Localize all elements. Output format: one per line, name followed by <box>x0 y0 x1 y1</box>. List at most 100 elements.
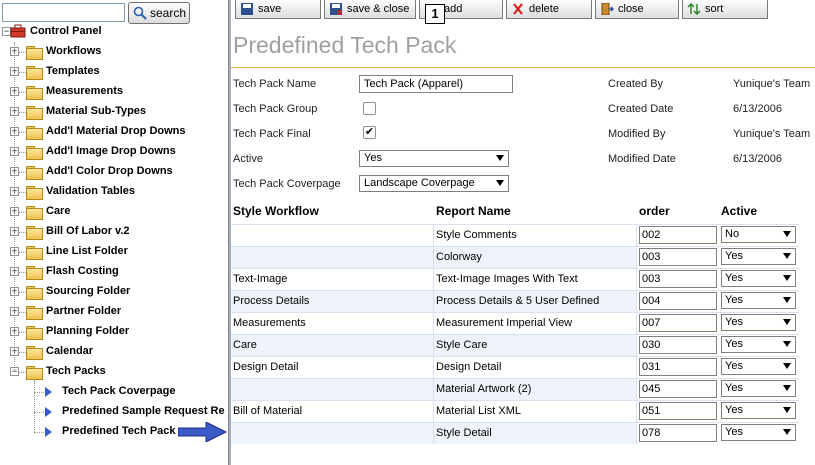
active-row-select[interactable]: Yes <box>721 336 796 353</box>
order-input[interactable]: 031 <box>639 358 717 376</box>
active-row-select[interactable]: Yes <box>721 292 796 309</box>
report-arrow-icon <box>45 427 52 437</box>
column-header-order[interactable]: order <box>637 200 719 222</box>
tree-item-label: Add'l Material Drop Downs <box>46 125 186 137</box>
tree-item[interactable]: + Add'l Color Drop Downs <box>0 162 228 182</box>
tree-item[interactable]: + Bill Of Labor v.2 <box>0 222 228 242</box>
magnifier-icon <box>133 6 147 20</box>
active-row-select[interactable]: No <box>721 226 796 243</box>
active-row-value: Yes <box>725 338 743 350</box>
active-row-select[interactable]: Yes <box>721 358 796 375</box>
active-row-value: Yes <box>725 272 743 284</box>
column-header-active[interactable]: Active <box>719 200 799 222</box>
tree-item[interactable]: + Planning Folder <box>0 322 228 342</box>
tree-item[interactable]: + Care <box>0 202 228 222</box>
cell-report: Process Details & 5 User Defined <box>434 290 637 312</box>
tree-item-label: Measurements <box>46 85 124 97</box>
table-row[interactable]: Process Details Process Details & 5 User … <box>231 290 799 312</box>
tree-item[interactable]: + Line List Folder <box>0 242 228 262</box>
active-row-value: Yes <box>725 382 743 394</box>
table-row[interactable]: Style Comments 002 No <box>231 224 799 246</box>
tech-pack-group-checkbox[interactable] <box>363 102 376 115</box>
order-input[interactable]: 045 <box>639 380 717 398</box>
tree-item[interactable]: + Validation Tables <box>0 182 228 202</box>
active-row-select[interactable]: Yes <box>721 248 796 265</box>
dropdown-arrow-icon <box>783 429 791 435</box>
tree-item[interactable]: + Templates <box>0 62 228 82</box>
close-button[interactable]: close <box>595 0 679 19</box>
cell-active: No <box>719 224 799 246</box>
delete-button[interactable]: delete <box>506 0 592 19</box>
cell-workflow <box>231 224 434 246</box>
save-close-button[interactable]: save & close <box>324 0 416 19</box>
cell-order: 003 <box>637 268 719 290</box>
dropdown-arrow-icon <box>783 275 791 281</box>
floppy-icon <box>241 2 253 15</box>
active-row-select[interactable]: Yes <box>721 314 796 331</box>
sort-button[interactable]: sort <box>682 0 768 19</box>
table-row[interactable]: Text-Image Text-Image Images With Text 003… <box>231 268 799 290</box>
table-row[interactable]: Care Style Care 030 Yes <box>231 334 799 356</box>
search-button-label: search <box>150 6 187 20</box>
table-row[interactable]: Colorway 003 Yes <box>231 246 799 268</box>
column-header-report[interactable]: Report Name <box>434 200 637 222</box>
cell-report: Design Detail <box>434 356 637 378</box>
tree-line <box>34 380 35 432</box>
tree-item[interactable]: + Flash Costing <box>0 262 228 282</box>
order-input[interactable]: 002 <box>639 226 717 244</box>
table-row[interactable]: Style Detail 078 Yes <box>231 422 799 444</box>
active-row-select[interactable]: Yes <box>721 270 796 287</box>
tree-item[interactable]: + Measurements <box>0 82 228 102</box>
active-select[interactable]: Yes <box>359 150 509 167</box>
order-input[interactable]: 078 <box>639 424 717 442</box>
tree-item[interactable]: + Partner Folder <box>0 302 228 322</box>
coverpage-select-value: Landscape Coverpage <box>364 177 475 189</box>
cell-workflow <box>231 378 434 400</box>
table-row[interactable]: Measurements Measurement Imperial View 007… <box>231 312 799 334</box>
order-input[interactable]: 003 <box>639 270 717 288</box>
tree-line <box>14 42 15 372</box>
active-row-select[interactable]: Yes <box>721 402 796 419</box>
tree-item[interactable]: + Material Sub-Types <box>0 102 228 122</box>
column-header-workflow[interactable]: Style Workflow <box>231 200 434 222</box>
tech-pack-name-field[interactable]: Tech Pack (Apparel) <box>359 75 513 93</box>
order-input[interactable]: 003 <box>639 248 717 266</box>
save-button[interactable]: save <box>235 0 321 19</box>
active-row-value: Yes <box>725 316 743 328</box>
tree-item-label: Add'l Color Drop Downs <box>46 165 173 177</box>
search-button[interactable]: search <box>128 2 190 24</box>
order-input[interactable]: 051 <box>639 402 717 420</box>
tree-item-label: Sourcing Folder <box>46 285 131 297</box>
order-input[interactable]: 007 <box>639 314 717 332</box>
table-row[interactable]: Material Artwork (2) 045 Yes <box>231 378 799 400</box>
tree-item[interactable]: − Tech Packs <box>0 362 228 382</box>
tree-item[interactable]: + Sourcing Folder <box>0 282 228 302</box>
active-row-select[interactable]: Yes <box>721 380 796 397</box>
folder-icon <box>26 226 43 240</box>
cell-order: 003 <box>637 246 719 268</box>
cell-report: Style Care <box>434 334 637 356</box>
report-arrow-icon <box>45 407 52 417</box>
table-row[interactable]: Design Detail Design Detail 031 Yes <box>231 356 799 378</box>
tree-item[interactable]: + Add'l Material Drop Downs <box>0 122 228 142</box>
tree-item[interactable]: + Calendar <box>0 342 228 362</box>
tree-item-label: Tech Packs <box>46 365 106 377</box>
created-date-value: 6/13/2006 <box>733 103 782 115</box>
cell-order: 007 <box>637 312 719 334</box>
cell-order: 051 <box>637 400 719 422</box>
folder-icon <box>26 246 43 260</box>
folder-icon <box>26 186 43 200</box>
table-row[interactable]: Bill of Material Material List XML 051 Yes <box>231 400 799 422</box>
tech-pack-final-checkbox[interactable]: ✔ <box>363 126 376 139</box>
order-input[interactable]: 004 <box>639 292 717 310</box>
tree-item[interactable]: + Workflows <box>0 42 228 62</box>
folder-icon <box>26 346 43 360</box>
tree-item[interactable]: + Add'l Image Drop Downs <box>0 142 228 162</box>
active-select-value: Yes <box>364 152 382 164</box>
coverpage-select[interactable]: Landscape Coverpage <box>359 175 509 192</box>
dropdown-arrow-icon <box>783 319 791 325</box>
order-input[interactable]: 030 <box>639 336 717 354</box>
search-input[interactable] <box>2 3 125 22</box>
sort-arrows-icon <box>687 2 701 15</box>
active-row-select[interactable]: Yes <box>721 424 796 441</box>
